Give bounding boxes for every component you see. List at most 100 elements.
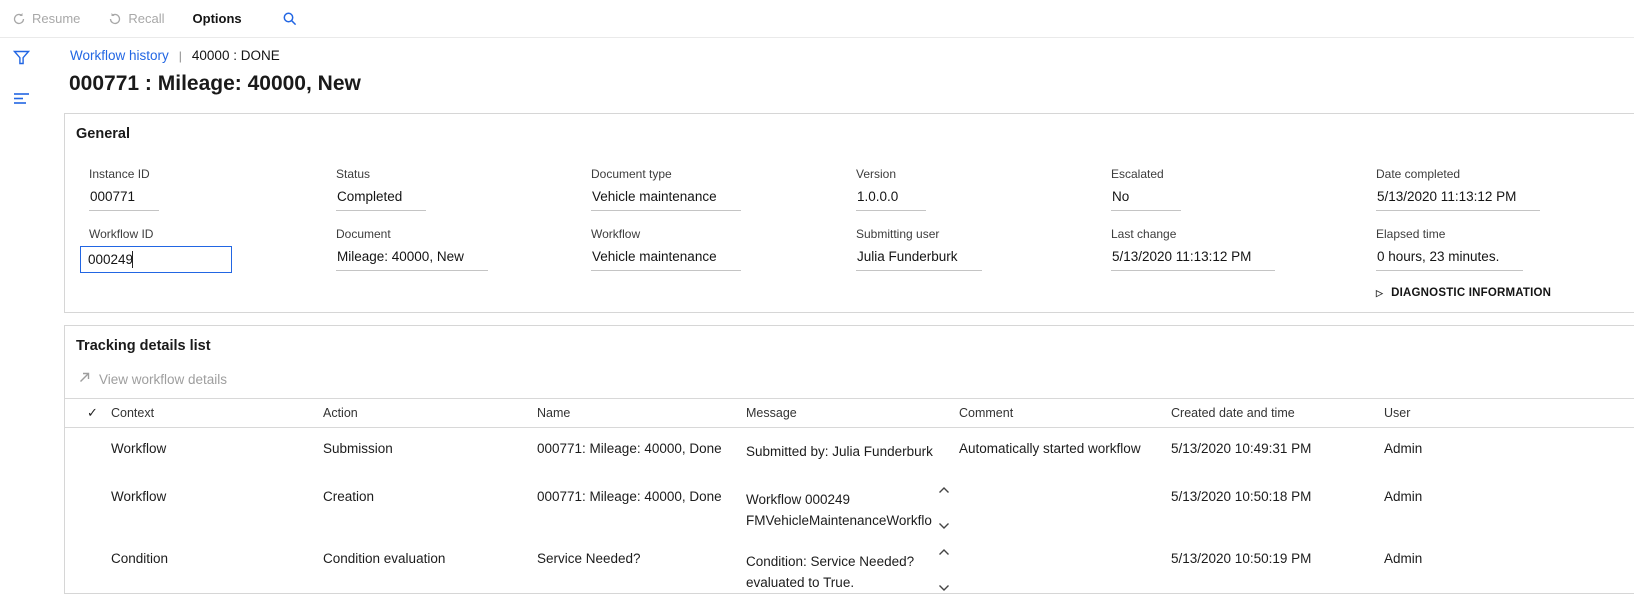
- field-document: Document Mileage: 40000, New: [336, 227, 591, 273]
- cell-action: Submission: [323, 441, 537, 456]
- column-header-name[interactable]: Name: [537, 406, 746, 420]
- field-label: Date completed: [1376, 167, 1634, 181]
- options-button[interactable]: Options: [193, 11, 242, 26]
- cell-message: Workflow 000249 FMVehicleMaintenanceWork…: [746, 489, 959, 531]
- resume-button[interactable]: Resume: [12, 11, 80, 26]
- recall-icon: [108, 12, 122, 26]
- field-label: Document type: [591, 167, 856, 181]
- field-submitting-user: Submitting user Julia Funderburk: [856, 227, 1111, 273]
- cell-created: 5/13/2020 10:49:31 PM: [1171, 441, 1384, 456]
- column-header-context[interactable]: Context: [111, 406, 323, 420]
- column-header-message[interactable]: Message: [746, 406, 959, 420]
- recall-button[interactable]: Recall: [108, 11, 164, 26]
- field-label: Workflow: [591, 227, 856, 241]
- recall-label: Recall: [128, 11, 164, 26]
- cell-comment: Automatically started workflow: [959, 441, 1171, 456]
- field-last-change: Last change 5/13/2020 11:13:12 PM: [1111, 227, 1376, 273]
- cell-created: 5/13/2020 10:50:19 PM: [1171, 551, 1384, 566]
- grid-header-row: ✓ Context Action Name Message Comment Cr…: [65, 398, 1634, 428]
- field-workflow: Workflow Vehicle maintenance: [591, 227, 856, 273]
- command-bar: Resume Recall Options: [0, 0, 1634, 38]
- main-content: Workflow history | 40000 : DONE 000771 :…: [64, 38, 1634, 609]
- field-value[interactable]: No: [1111, 189, 1181, 211]
- field-label: Status: [336, 167, 591, 181]
- field-value[interactable]: 1.0.0.0: [856, 189, 926, 211]
- tracking-section-title: Tracking details list: [65, 326, 1634, 354]
- cell-context: Workflow: [111, 441, 323, 456]
- chevron-up-icon: [938, 548, 950, 556]
- field-escalated: Escalated No: [1111, 167, 1376, 211]
- field-label: Submitting user: [856, 227, 1111, 241]
- field-value[interactable]: Vehicle maintenance: [591, 249, 741, 271]
- field-value[interactable]: Vehicle maintenance: [591, 189, 741, 211]
- options-label: Options: [193, 11, 242, 26]
- resume-label: Resume: [32, 11, 80, 26]
- table-row[interactable]: Condition Condition evaluation Service N…: [65, 538, 1634, 594]
- tracking-details-section: Tracking details list View workflow deta…: [64, 325, 1634, 594]
- field-label: Workflow ID: [89, 227, 336, 241]
- field-date-completed: Date completed 5/13/2020 11:13:12 PM: [1376, 167, 1634, 211]
- cell-message: Submitted by: Julia Funderburk: [746, 441, 959, 462]
- column-header-comment[interactable]: Comment: [959, 406, 1171, 420]
- cell-user: Admin: [1384, 551, 1634, 566]
- field-value[interactable]: 5/13/2020 11:13:12 PM: [1111, 249, 1275, 271]
- column-header-created[interactable]: Created date and time: [1171, 406, 1384, 420]
- breadcrumb-current: 40000 : DONE: [192, 48, 280, 63]
- filter-icon[interactable]: [13, 50, 30, 70]
- cell-context: Condition: [111, 551, 323, 566]
- field-label: Version: [856, 167, 1111, 181]
- field-label: Document: [336, 227, 591, 241]
- cell-created: 5/13/2020 10:50:18 PM: [1171, 489, 1384, 504]
- cell-name: 000771: Mileage: 40000, Done: [537, 489, 746, 504]
- message-scrollbar[interactable]: [936, 548, 951, 592]
- chevron-down-icon: [938, 522, 950, 530]
- cell-user: Admin: [1384, 489, 1634, 504]
- table-row[interactable]: Workflow Creation 000771: Mileage: 40000…: [65, 476, 1634, 538]
- cell-context: Workflow: [111, 489, 323, 504]
- left-rail: [0, 38, 64, 609]
- field-value[interactable]: Completed: [336, 189, 426, 211]
- breadcrumb-separator: |: [179, 49, 182, 63]
- general-section: General Instance ID 000771 Status Comple…: [64, 113, 1634, 313]
- cell-message: Condition: Service Needed? evaluated to …: [746, 551, 959, 593]
- field-label: Last change: [1111, 227, 1376, 241]
- breadcrumb-link[interactable]: Workflow history: [70, 48, 169, 63]
- task-list-icon[interactable]: [13, 92, 30, 110]
- field-workflow-id: Workflow ID: [89, 227, 336, 273]
- field-value[interactable]: Mileage: 40000, New: [336, 249, 488, 271]
- text-caret: [132, 251, 133, 268]
- search-icon[interactable]: [282, 11, 298, 27]
- message-scrollbar[interactable]: [936, 486, 951, 530]
- page-title: 000771 : Mileage: 40000, New: [64, 72, 1634, 96]
- general-fields: Instance ID 000771 Status Completed Docu…: [65, 142, 1634, 273]
- field-status: Status Completed: [336, 167, 591, 211]
- general-section-title: General: [65, 114, 1634, 142]
- select-all-icon[interactable]: ✓: [87, 405, 111, 421]
- diagnostic-information-label: DIAGNOSTIC INFORMATION: [1391, 287, 1551, 299]
- field-value[interactable]: 5/13/2020 11:13:12 PM: [1376, 189, 1540, 211]
- field-label: Elapsed time: [1376, 227, 1634, 241]
- chevron-up-icon: [938, 486, 950, 494]
- field-label: Instance ID: [89, 167, 336, 181]
- field-label: Escalated: [1111, 167, 1376, 181]
- cell-action: Creation: [323, 489, 537, 504]
- cell-action: Condition evaluation: [323, 551, 537, 566]
- view-workflow-details-button[interactable]: View workflow details: [78, 371, 1634, 387]
- diagnostic-information-expander[interactable]: ▷ DIAGNOSTIC INFORMATION: [1376, 287, 1612, 299]
- column-header-user[interactable]: User: [1384, 406, 1634, 420]
- chevron-down-icon: [938, 584, 950, 592]
- field-value[interactable]: 0 hours, 23 minutes.: [1376, 249, 1523, 271]
- view-workflow-details-label: View workflow details: [99, 372, 227, 387]
- field-value[interactable]: 000771: [89, 189, 159, 211]
- workflow-id-input[interactable]: [80, 246, 232, 273]
- field-document-type: Document type Vehicle maintenance: [591, 167, 856, 211]
- column-header-action[interactable]: Action: [323, 406, 537, 420]
- field-value[interactable]: Julia Funderburk: [856, 249, 982, 271]
- table-row[interactable]: Workflow Submission 000771: Mileage: 400…: [65, 428, 1634, 476]
- open-link-icon: [78, 371, 91, 387]
- field-elapsed-time: Elapsed time 0 hours, 23 minutes.: [1376, 227, 1634, 273]
- chevron-right-icon: ▷: [1376, 288, 1383, 299]
- cell-name: Service Needed?: [537, 551, 746, 566]
- cell-name: 000771: Mileage: 40000, Done: [537, 441, 746, 456]
- cell-user: Admin: [1384, 441, 1634, 456]
